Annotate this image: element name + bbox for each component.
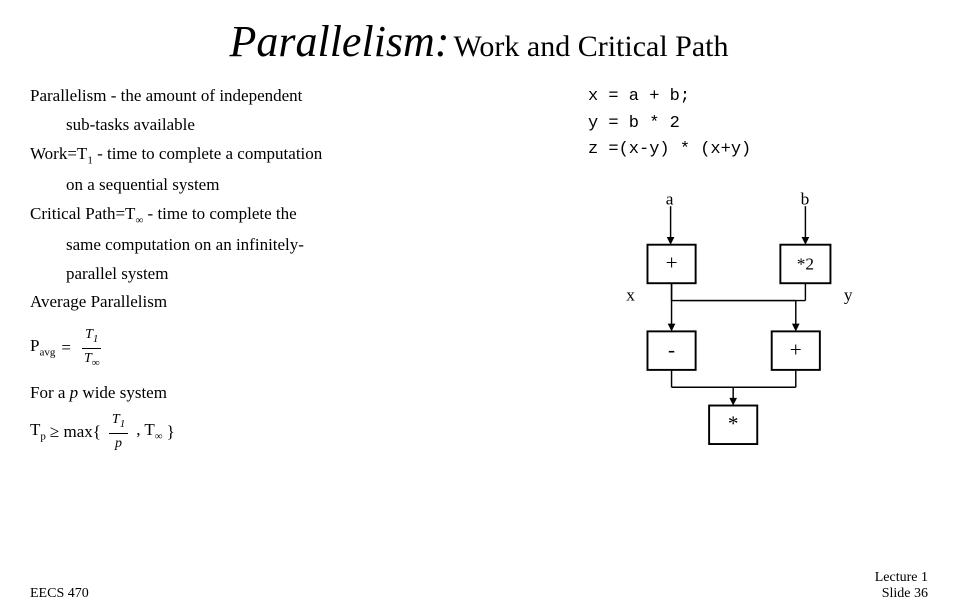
diagram-svg: a b + *2 x: [588, 185, 888, 445]
para4: Average Parallelism: [30, 290, 568, 315]
footer-left: EECS 470: [30, 586, 89, 602]
code-line1: x = a + b;: [588, 84, 751, 110]
para1-line1: Parallelism - the amount of independent: [30, 84, 568, 109]
label-times2: *2: [797, 255, 814, 274]
para3-line4: parallel system: [66, 262, 568, 287]
label-plus1: +: [666, 251, 678, 275]
label-star: *: [728, 412, 739, 436]
para2-text: - time to complete a computation: [93, 144, 322, 163]
tp-geq: ≥ max{: [50, 420, 101, 445]
label-a: a: [666, 190, 674, 209]
para3: Critical Path=T∞ - time to complete the: [30, 202, 568, 229]
label-x: x: [626, 286, 635, 305]
arrowhead-plus1-minus: [668, 324, 676, 332]
tp-formula: Tp ≥ max{ T1 p , T∞ }: [30, 410, 568, 454]
code-line2: y = b * 2: [588, 111, 751, 137]
code-block: x = a + b; y = b * 2 z =(x-y) * (x+y): [588, 84, 751, 163]
arrowhead-minus-star: [729, 398, 737, 406]
para2-work: Work=T: [30, 144, 87, 163]
pavg-formula: Pavg = T1 T∞: [30, 325, 568, 371]
label-plus2: +: [790, 338, 802, 362]
label-b: b: [801, 190, 810, 209]
para3-cp: Critical Path=T: [30, 204, 135, 223]
fraction-denominator: T∞: [81, 349, 103, 372]
tp-fraction: T1 p: [109, 410, 128, 454]
para2: Work=T1 - time to complete a computation: [30, 142, 568, 169]
content-area: Parallelism - the amount of independent …: [30, 84, 928, 454]
pavg-sub: avg: [39, 347, 55, 359]
pavg-p: Pavg: [30, 334, 55, 361]
fraction-numerator: T1: [82, 325, 101, 349]
tp-fraction-num: T1: [109, 410, 128, 434]
title-main: Parallelism:: [229, 17, 449, 66]
right-column: x = a + b; y = b * 2 z =(x-y) * (x+y) a …: [588, 84, 928, 445]
arrowhead-x-plus2: [792, 324, 800, 332]
label-y: y: [844, 286, 853, 305]
footer-right-line1: Lecture 1: [875, 570, 928, 586]
para5: For a p wide system: [30, 381, 568, 406]
tp-label: Tp: [30, 418, 46, 445]
slide: Parallelism: Work and Critical Path Para…: [0, 0, 958, 612]
label-minus: -: [668, 338, 675, 362]
fraction-t1-tinf: T1 T∞: [81, 325, 103, 371]
arrowhead-a-plus: [667, 237, 675, 245]
para3-line3: same computation on an infinitely-: [66, 233, 568, 258]
code-line3: z =(x-y) * (x+y): [588, 137, 751, 163]
title-sub: Work and Critical Path: [453, 30, 728, 63]
footer-right-line2: Slide 36: [875, 586, 928, 602]
footer-right: Lecture 1 Slide 36: [875, 570, 928, 602]
para5-p: p: [70, 383, 79, 402]
tp-close: }: [167, 420, 175, 445]
arrowhead-b-times2: [802, 237, 810, 245]
left-column: Parallelism - the amount of independent …: [30, 84, 568, 454]
computation-diagram: a b + *2 x: [588, 185, 888, 445]
para3-text: - time to complete the: [143, 204, 296, 223]
para2-line3: on a sequential system: [66, 173, 568, 198]
slide-title: Parallelism: Work and Critical Path: [30, 18, 928, 66]
tp-fraction-den: p: [112, 434, 125, 454]
tp-comma: , T∞: [136, 418, 162, 445]
equals-sign: =: [61, 336, 71, 361]
para1-line2: sub-tasks available: [66, 113, 568, 138]
